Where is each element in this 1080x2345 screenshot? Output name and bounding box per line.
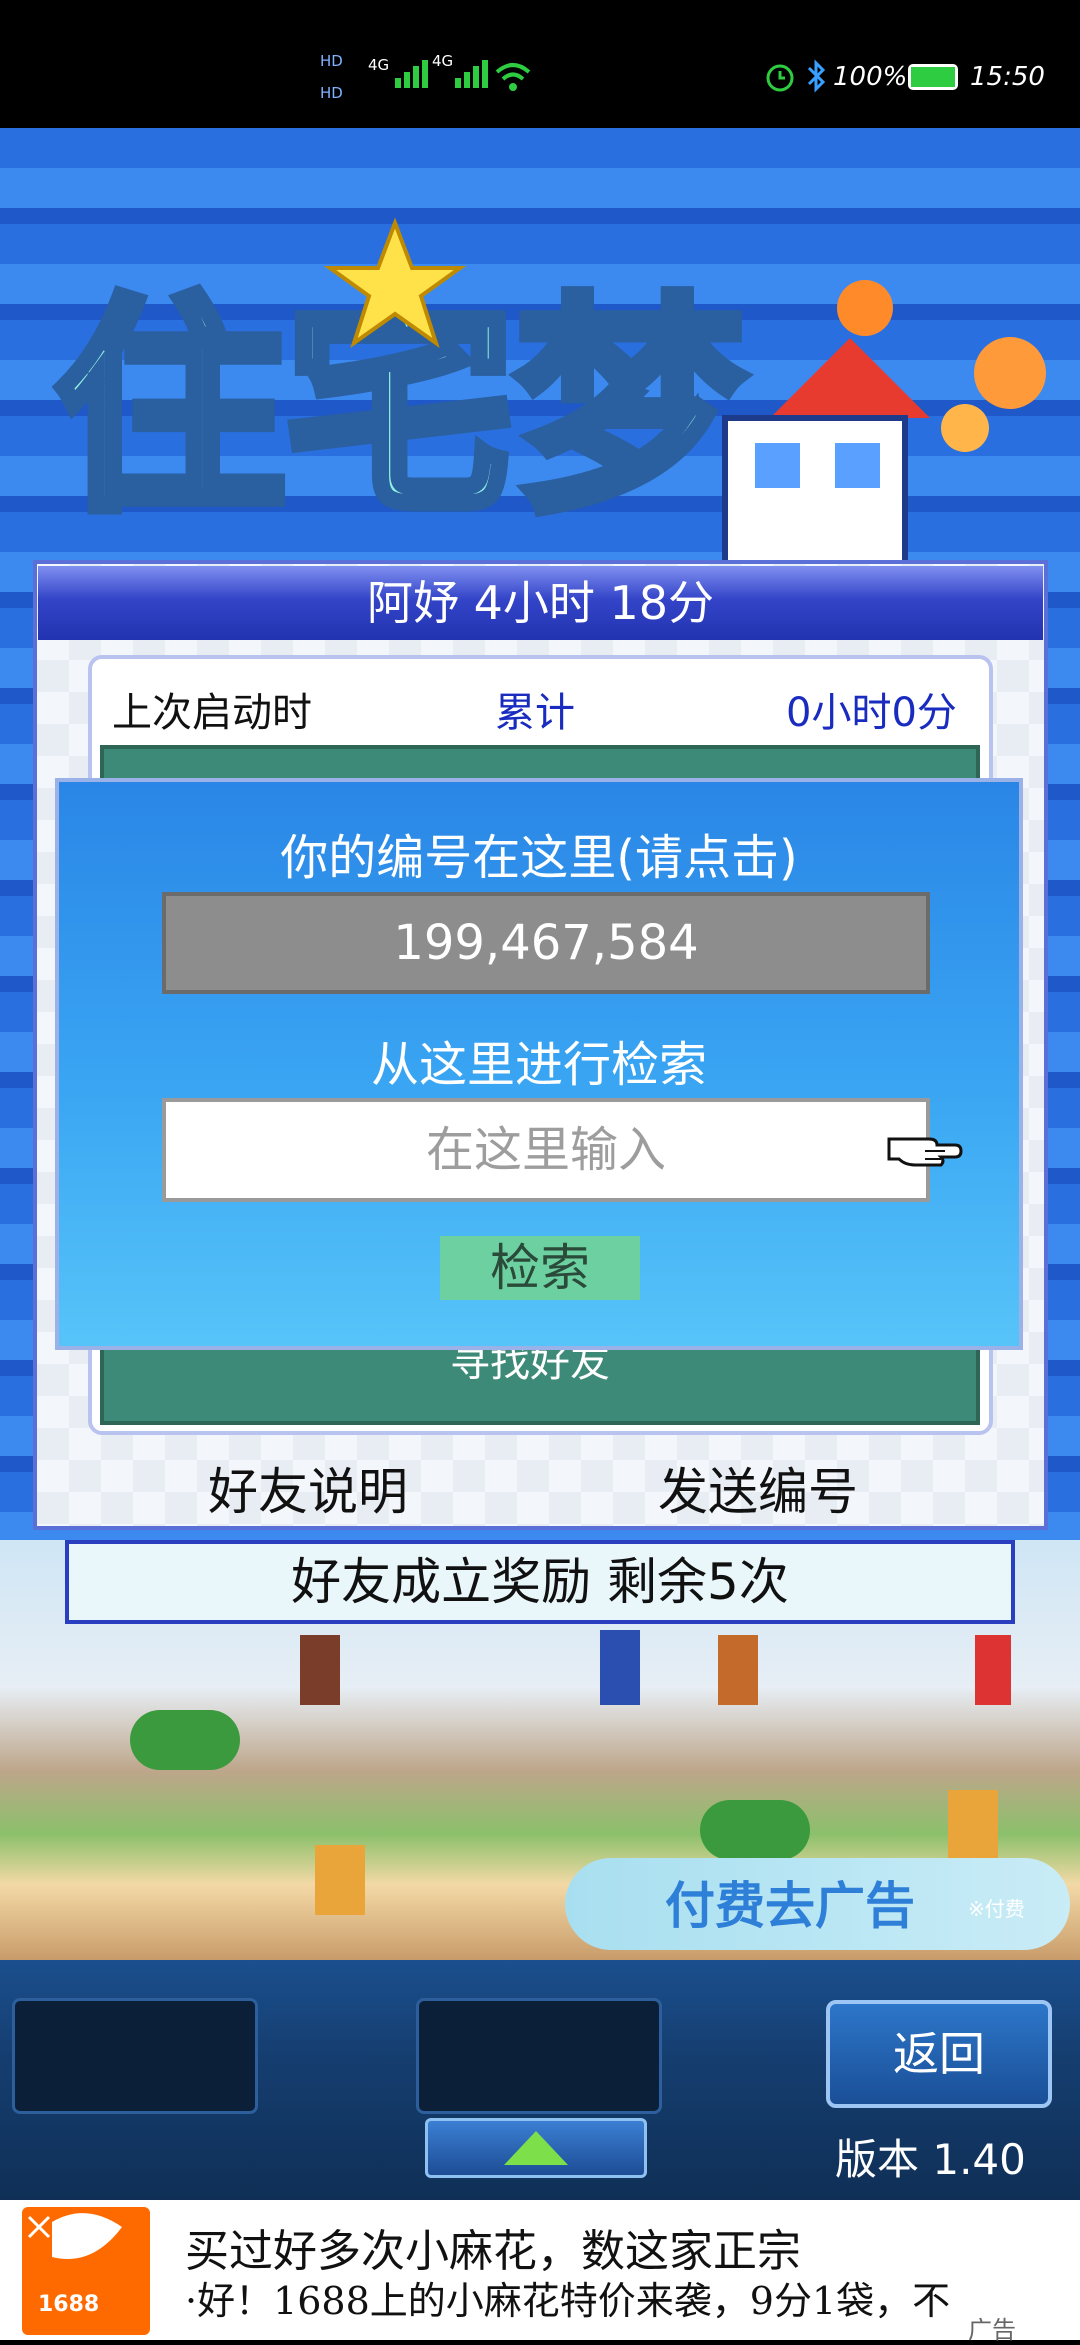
wifi-icon [495, 63, 531, 91]
panel-header: 阿妤 4小时 18分 [38, 566, 1043, 640]
send-id-button[interactable]: 发送编号 [658, 1452, 858, 1524]
signal-2-icon [455, 60, 491, 94]
alarm-icon [766, 64, 794, 92]
search-button[interactable]: 检索 [440, 1236, 640, 1300]
friend-reward-bar: 好友成立奖励 剩余5次 [65, 1540, 1015, 1624]
character-sprite [975, 1635, 1011, 1705]
network-1-label: 4G [368, 56, 390, 74]
character-sprite [315, 1845, 365, 1915]
last-launch-label: 上次启动时 [112, 690, 312, 736]
network-2-label: 4G [432, 52, 454, 70]
up-arrow-icon [504, 2131, 568, 2165]
remove-ads-label: 付费去广告 [665, 1877, 915, 1935]
ad-line-2: ·好！1688上的小麻花特价来袭，9分1袋，不 [185, 2279, 951, 2323]
bush [700, 1800, 810, 1860]
game-logo: 住宅梦 [50, 217, 1046, 568]
version-label: 版本 1.40 [835, 2135, 1026, 2184]
empty-slot [416, 1998, 662, 2114]
bluetooth-icon [807, 59, 826, 93]
empty-slot [12, 1998, 258, 2114]
ad-logo-text: 1688 [38, 2292, 100, 2317]
cumulative-value: 0小时0分 [786, 690, 957, 736]
search-prompt: 从这里进行检索 [370, 1037, 707, 1093]
back-button[interactable]: 返回 [826, 2000, 1052, 2108]
scroll-up-button[interactable] [425, 2118, 647, 2178]
hd-badge-1: HD [320, 52, 343, 70]
user-id-box[interactable]: 199,467,584 [162, 892, 930, 994]
pointing-hand-icon [887, 1137, 963, 1167]
character-sprite [300, 1635, 340, 1705]
close-icon[interactable] [24, 2212, 54, 2242]
character-sprite [600, 1630, 640, 1705]
search-input[interactable]: 在这里输入 [162, 1098, 930, 1202]
battery-percent: 100% [833, 62, 908, 92]
battery-icon [908, 64, 958, 90]
clock: 15:50 [970, 62, 1045, 92]
remove-ads-note: ※付费 [968, 1897, 1025, 1921]
status-bar: HD HD 4G 4G 100% 15:50 [0, 0, 1080, 128]
id-prompt: 你的编号在这里(请点击) [280, 830, 798, 886]
friend-explain-button[interactable]: 好友说明 [208, 1452, 408, 1524]
signal-1-icon [395, 60, 431, 94]
bush [130, 1710, 240, 1770]
character-sprite [948, 1790, 998, 1860]
character-sprite [718, 1635, 758, 1705]
hd-badge-2: HD [320, 84, 343, 102]
cumulative-label: 累计 [495, 690, 575, 736]
